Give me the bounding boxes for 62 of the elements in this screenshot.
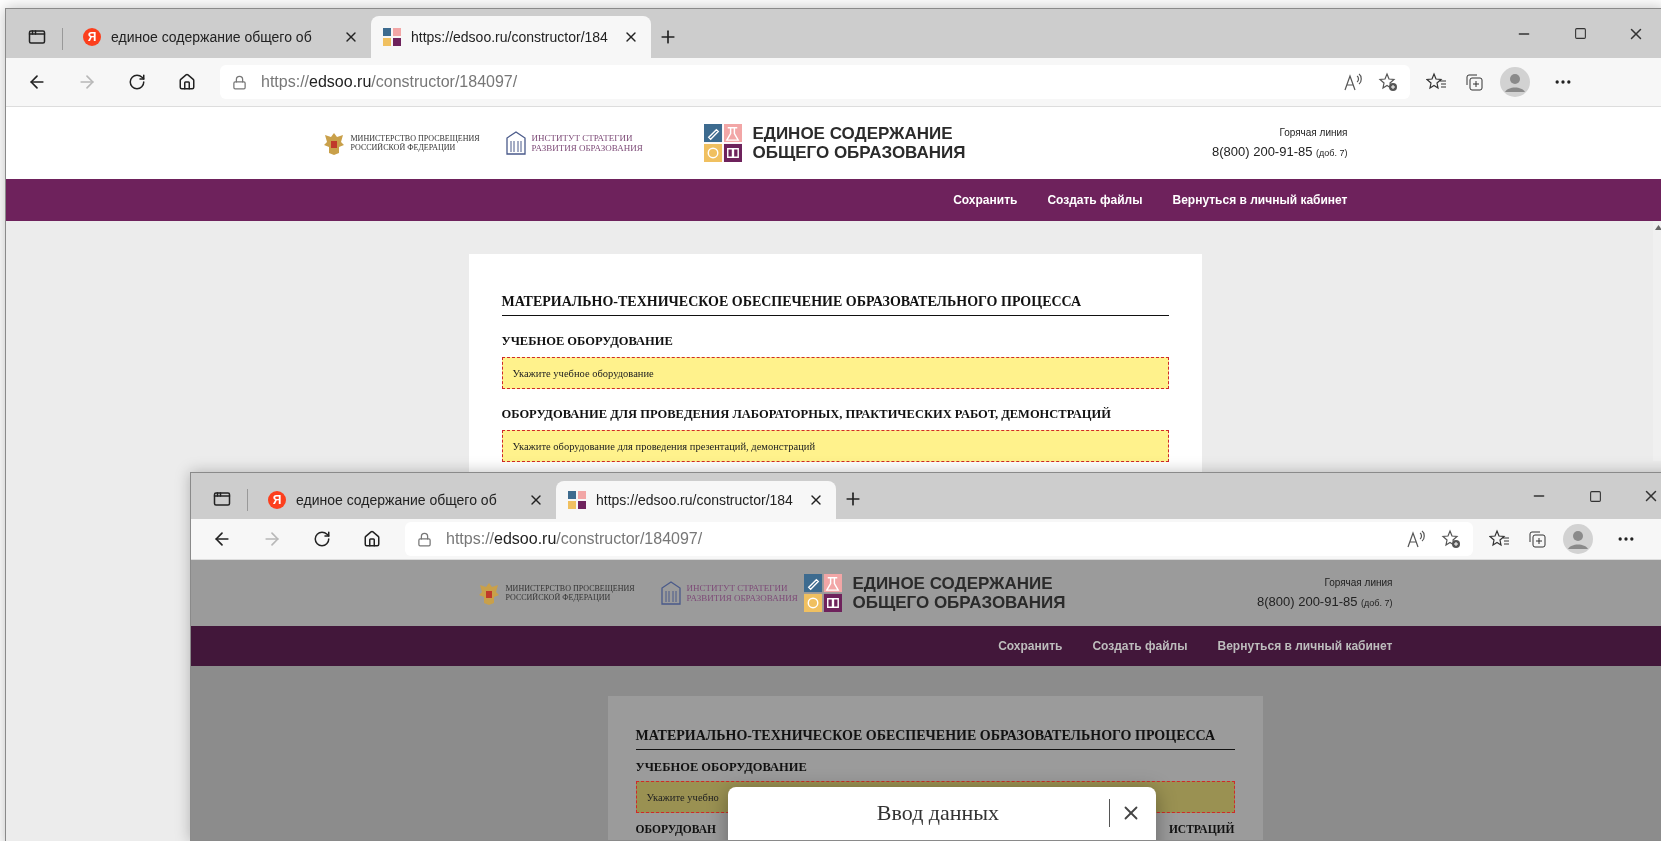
favorites-icon[interactable] — [1489, 529, 1511, 549]
lock-icon — [232, 74, 247, 90]
read-aloud-icon[interactable] — [1407, 530, 1427, 548]
scrollbar[interactable] — [1653, 221, 1661, 461]
scroll-up-icon[interactable] — [1655, 225, 1661, 230]
lock-icon — [417, 531, 432, 547]
maximize-icon[interactable] — [1588, 489, 1602, 503]
emblem-icon — [322, 131, 345, 155]
collections-icon[interactable] — [1527, 529, 1547, 549]
menu-link[interactable]: Вернуться в личный кабинет — [1172, 193, 1348, 207]
ministry-name: МИНИСТЕРСТВО ПРОСВЕЩЕНИЯ РОССИЙСКОЙ ФЕДЕРАЦИИ — [350, 134, 480, 152]
site-title: ЕДИНОЕ СОДЕРЖАНИЕ ОБЩЕГО ОБРАЗОВАНИЯ — [752, 124, 966, 162]
logo-tiles-icon — [804, 574, 843, 612]
maximize-icon[interactable] — [1573, 27, 1587, 40]
ministry-name: МИНИСТЕРСТВО ПРОСВЕЩЕНИЯ РОССИЙСКОЙ ФЕДЕРАЦИИ — [505, 584, 635, 602]
document-title: МАТЕРИАЛЬНО-ТЕХНИЧЕСКОЕ ОБЕСПЕЧЕНИЕ ОБРАЗОВАТЕЛЬНОГО ПРОЦЕССА — [501, 294, 1169, 316]
browser-tab[interactable]: https://edsoo.ru/constructor/184 — [556, 481, 836, 519]
menu-link[interactable]: Вернуться в личный кабинет — [1217, 639, 1393, 653]
site-favicon — [383, 28, 401, 46]
hotline-label: Горячая линия — [1324, 577, 1393, 588]
browser-tab[interactable]: Я единое содержание общего об — [256, 481, 556, 519]
site-favicon: Я — [83, 28, 101, 46]
menu-link[interactable]: Сохранить — [998, 639, 1063, 653]
section-heading: ОБОРУДОВАН — [635, 823, 716, 835]
tab-title: единое содержание общего об — [296, 492, 498, 508]
read-aloud-icon[interactable] — [1344, 73, 1364, 91]
emblem-icon — [477, 581, 500, 605]
hotline-number: 8(800) 200-91-85 (доб. 7) — [1212, 144, 1348, 159]
building-icon — [505, 131, 526, 155]
star-plus-icon[interactable] — [1378, 72, 1398, 92]
tab-title: https://edsoo.ru/constructor/184 — [596, 492, 794, 508]
site-favicon: Я — [268, 491, 286, 509]
menu-link[interactable]: Создать файлы — [1047, 193, 1143, 207]
institute-name: ИНСТИТУТ СТРАТЕГИИ РАЗВИТИЯ ОБРАЗОВАНИЯ — [686, 583, 798, 603]
hotline-number: 8(800) 200-91-85 (доб. 7) — [1257, 594, 1393, 609]
entry-field[interactable]: Укажите учебное оборудование — [501, 357, 1169, 389]
section-heading: ОБОРУДОВАНИЕ ДЛЯ ПРОВЕДЕНИЯ ЛАБОРАТОРНЫХ, ПРАКТИЧЕСКИХ РАБОТ, ДЕМОНСТРАЦИЙ — [501, 407, 1112, 422]
menu-link[interactable]: Сохранить — [953, 193, 1018, 207]
tab-title: единое содержание общего об — [111, 29, 313, 45]
favorites-icon[interactable] — [1426, 72, 1448, 92]
profile-avatar[interactable] — [1563, 524, 1593, 554]
address-bar[interactable]: https://edsoo.ru/constructor/184097/ — [405, 522, 1473, 556]
section-heading: УЧЕБНОЕ ОБОРУДОВАНИЕ — [635, 760, 808, 775]
entry-field[interactable]: Укажите оборудование для проведения презентаций, демонстраций — [501, 430, 1169, 462]
collections-icon[interactable] — [1464, 72, 1484, 92]
dialog-title: Ввод данных — [875, 800, 1001, 826]
site-favicon — [568, 491, 586, 509]
tab-title: https://edsoo.ru/constructor/184 — [411, 29, 609, 45]
section-heading: УЧЕБНОЕ ОБОРУДОВАНИЕ — [501, 334, 674, 349]
document-title: МАТЕРИАЛЬНО-ТЕХНИЧЕСКОЕ ОБЕСПЕЧЕНИЕ ОБРАЗОВАТЕЛЬНОГО ПРОЦЕССА — [635, 728, 1235, 750]
browser-tab[interactable]: https://edsoo.ru/constructor/184 — [371, 16, 651, 58]
address-bar[interactable]: https://edsoo.ru/constructor/184097/ — [220, 65, 1410, 99]
institute-name: ИНСТИТУТ СТРАТЕГИИ РАЗВИТИЯ ОБРАЗОВАНИЯ — [531, 133, 643, 153]
star-plus-icon[interactable] — [1441, 529, 1461, 549]
profile-avatar[interactable] — [1500, 67, 1530, 97]
menu-link[interactable]: Создать файлы — [1092, 639, 1188, 653]
browser-tab[interactable]: Я единое содержание общего об — [71, 16, 371, 58]
section-heading: ИСТРАЦИЙ — [1168, 823, 1235, 835]
logo-tiles-icon — [704, 124, 743, 162]
building-icon — [660, 581, 681, 605]
site-title: ЕДИНОЕ СОДЕРЖАНИЕ ОБЩЕГО ОБРАЗОВАНИЯ — [852, 574, 1066, 612]
hotline-label: Горячая линия — [1279, 127, 1348, 138]
